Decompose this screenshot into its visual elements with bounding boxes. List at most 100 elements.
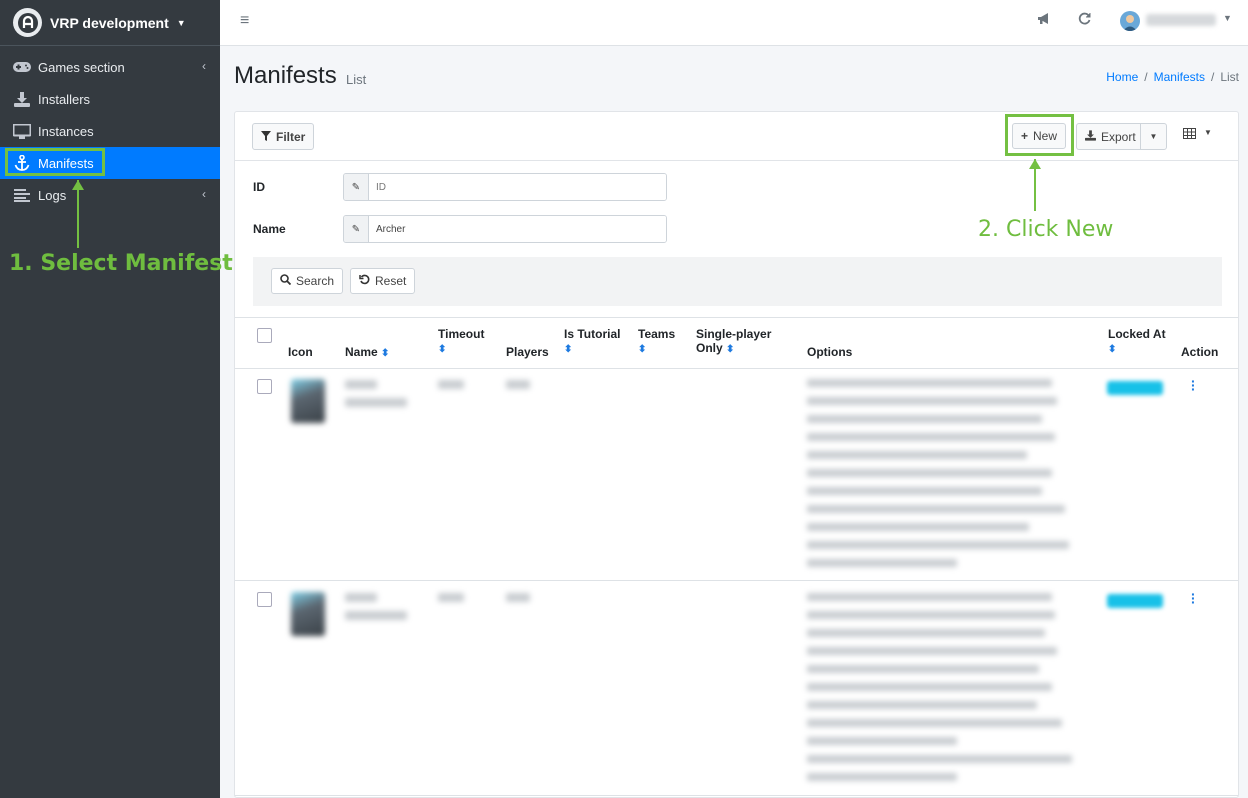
table-icon (1183, 128, 1196, 142)
column-teams[interactable]: Teams ⬍ (638, 327, 675, 355)
name-label: Name (253, 222, 286, 236)
breadcrumb-current: List (1220, 70, 1239, 84)
hamburger-icon[interactable]: ≡ (240, 12, 249, 30)
column-single-player-only[interactable]: Single-player Only ⬍ (696, 327, 771, 355)
user-name[interactable] (1146, 14, 1216, 26)
sort-icon: ⬍ (564, 344, 573, 355)
avatar[interactable] (1120, 11, 1140, 31)
kebab-menu-icon[interactable]: · · · (1191, 374, 1196, 396)
caret-down-icon: ▼ (1204, 128, 1212, 137)
status-badge (1107, 381, 1163, 395)
sidebar-item-logs[interactable]: Logs ‹ (0, 179, 220, 211)
page-subtitle: List (346, 72, 367, 87)
column-action: Action (1181, 345, 1219, 359)
manifests-card: Filter + New Export ▼ ▼ 2. Click New ID (234, 111, 1239, 798)
arrow-up-icon (72, 180, 84, 248)
sidebar-item-label: Games section (38, 59, 125, 75)
column-timeout[interactable]: Timeout ⬍ (438, 327, 484, 355)
row-checkbox[interactable] (257, 379, 272, 394)
card-toolbar: Filter + New Export ▼ ▼ (235, 112, 1238, 161)
annotation-step-2: 2. Click New (978, 217, 1114, 242)
page-title: Manifests (234, 62, 337, 89)
table-row: · · · (235, 581, 1238, 796)
caret-down-icon[interactable]: ▼ (1223, 13, 1232, 23)
status-badge (1107, 594, 1163, 608)
breadcrumb-home[interactable]: Home (1106, 70, 1138, 84)
search-button-label: Search (296, 274, 335, 288)
sidebar-item-games-section[interactable]: Games section ‹ (0, 51, 220, 83)
search-icon (280, 274, 292, 288)
export-button-label: Export (1101, 129, 1136, 144)
chevron-left-icon: ‹ (202, 187, 206, 201)
sort-icon: ⬍ (638, 344, 647, 355)
column-is-tutorial[interactable]: Is Tutorial ⬍ (564, 327, 620, 355)
sort-icon: ⬍ (381, 348, 390, 359)
filter-button-label: Filter (276, 129, 306, 144)
row-checkbox[interactable] (257, 592, 272, 607)
breadcrumb-separator: / (1210, 70, 1215, 84)
name-input-group: ✎ (343, 215, 667, 243)
search-button[interactable]: Search (271, 268, 344, 294)
id-field[interactable] (369, 174, 666, 200)
brand-logo-icon (13, 8, 42, 37)
sidebar-item-label: Instances (38, 123, 94, 139)
sidebar-item-label: Installers (38, 91, 91, 107)
sidebar-item-instances[interactable]: Instances (0, 115, 220, 147)
column-teams-label: Teams (638, 327, 676, 341)
topbar: ≡ ▼ (220, 0, 1248, 46)
column-locked-at-label: Locked At (1108, 327, 1166, 341)
columns-toggle[interactable]: ▼ (1183, 128, 1212, 142)
column-single-player-label: Single-player (696, 327, 772, 341)
name-field[interactable] (369, 216, 666, 242)
sort-icon: ⬍ (1108, 344, 1117, 355)
megaphone-icon[interactable] (1037, 12, 1051, 28)
new-button-highlight (1005, 114, 1074, 156)
column-name-label: Name (345, 345, 378, 359)
chevron-left-icon: ‹ (202, 59, 206, 73)
column-icon: Icon (288, 345, 313, 359)
brand[interactable]: VRP development ▼ (0, 0, 220, 46)
monitor-icon (12, 123, 32, 139)
sort-icon: ⬍ (438, 344, 447, 355)
brand-name: VRP development (50, 14, 169, 31)
undo-icon (359, 274, 370, 288)
manifests-highlight (5, 148, 105, 176)
column-options: Options (807, 345, 853, 359)
pencil-icon: ✎ (344, 216, 369, 242)
pencil-icon: ✎ (344, 174, 369, 200)
sidebar-nav: Games section ‹ Installers Instances Man… (0, 46, 220, 211)
id-input-group: ✎ (343, 173, 667, 201)
filter-id-row: ID ✎ (253, 173, 667, 201)
annotation-step-1: 1. Select Manifests (9, 251, 246, 276)
filter-name-row: Name ✎ (253, 215, 667, 243)
export-button[interactable]: Export (1076, 123, 1145, 150)
column-locked-at[interactable]: Locked At ⬍ (1108, 327, 1166, 355)
download-icon (12, 91, 32, 107)
sort-icon: ⬍ (726, 344, 735, 355)
list-icon (12, 187, 32, 203)
filter-button[interactable]: Filter (252, 123, 315, 150)
sidebar-item-installers[interactable]: Installers (0, 83, 220, 115)
caret-down-icon: ▼ (176, 17, 186, 28)
reset-button[interactable]: Reset (350, 268, 416, 294)
caret-down-icon: ▼ (1149, 132, 1158, 141)
kebab-menu-icon[interactable]: · · · (1191, 587, 1196, 609)
sidebar: VRP development ▼ Games section ‹ Instal… (0, 0, 220, 798)
export-dropdown-toggle[interactable]: ▼ (1140, 123, 1167, 150)
breadcrumb-manifests[interactable]: Manifests (1154, 70, 1205, 84)
breadcrumb: Home / Manifests / List (1106, 70, 1239, 84)
table-row: · · · (235, 369, 1238, 581)
column-players: Players (506, 345, 549, 359)
column-is-tutorial-label: Is Tutorial (564, 327, 621, 341)
manifest-icon-image (291, 592, 325, 636)
refresh-icon[interactable] (1078, 12, 1091, 28)
manifests-table: Icon Name ⬍ Timeout ⬍ Players Is Tutorial… (235, 317, 1238, 796)
table-header: Icon Name ⬍ Timeout ⬍ Players Is Tutorial… (235, 317, 1238, 369)
id-label: ID (253, 180, 265, 194)
select-all-checkbox[interactable] (257, 328, 272, 343)
column-name[interactable]: Name ⬍ (345, 345, 389, 359)
manifest-icon-image (291, 379, 325, 423)
column-timeout-label: Timeout (438, 327, 485, 341)
reset-button-label: Reset (375, 274, 407, 288)
breadcrumb-separator: / (1144, 70, 1148, 84)
